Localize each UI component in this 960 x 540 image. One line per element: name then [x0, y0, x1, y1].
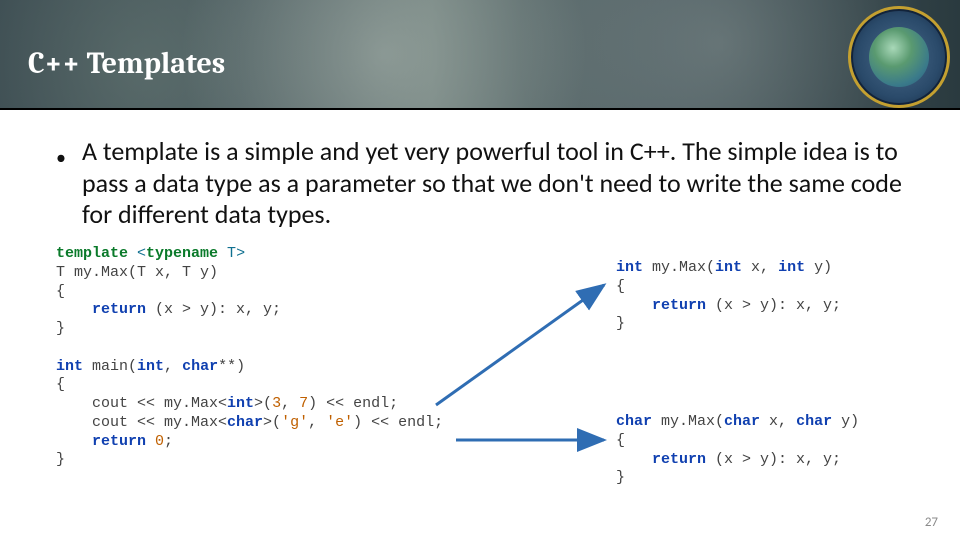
- code-right-char: char my.Max(char x, char y) { return (x …: [616, 413, 859, 488]
- code-area: template <typename T> T my.Max(T x, T y)…: [56, 245, 920, 540]
- slide-header: C++ Templates: [0, 0, 960, 110]
- slide-body: • A template is a simple and yet very po…: [0, 110, 960, 540]
- slide-title: C++ Templates: [28, 46, 225, 81]
- code-left-column: template <typename T> T my.Max(T x, T y)…: [56, 245, 443, 470]
- page-number: 27: [925, 515, 938, 530]
- bullet-item: • A template is a simple and yet very po…: [56, 136, 920, 231]
- bullet-dot-icon: •: [56, 146, 66, 170]
- code-right-int: int my.Max(int x, int y) { return (x > y…: [616, 259, 841, 334]
- organization-logo-icon: [848, 6, 950, 108]
- bullet-text: A template is a simple and yet very powe…: [82, 136, 920, 231]
